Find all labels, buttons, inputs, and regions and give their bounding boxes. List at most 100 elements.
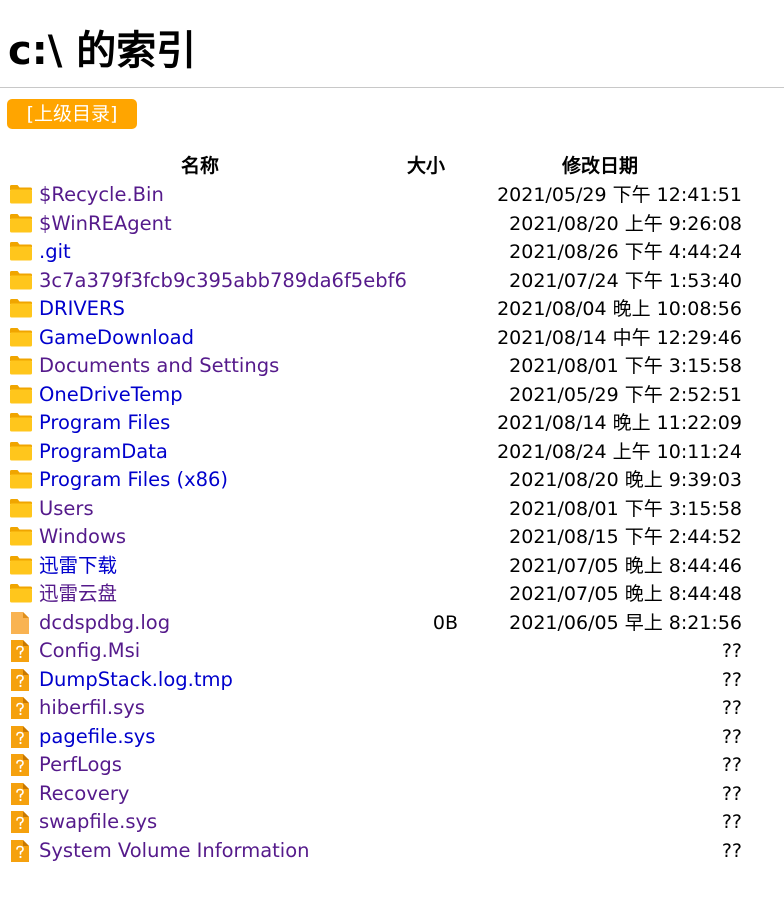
entry-date: 2021/08/24 上午 10:11:24 bbox=[497, 440, 742, 463]
table-row: DRIVERS 2021/08/04 晚上 10:08:56 bbox=[0, 295, 784, 324]
file-list: $Recycle.Bin 2021/05/29 下午 12:41:51 $WinRE… bbox=[0, 181, 784, 865]
table-row: Users 2021/08/01 下午 3:15:58 bbox=[0, 495, 784, 524]
folder-icon bbox=[9, 582, 33, 608]
entry-date: ?? bbox=[721, 811, 742, 833]
entry-date: 2021/05/29 下午 12:41:51 bbox=[497, 184, 742, 206]
divider bbox=[0, 87, 784, 88]
parent-directory-button[interactable]: [上级目录] bbox=[7, 99, 137, 129]
table-row: dcdspdbg.log 0B 2021/06/05 早上 8:21:56 bbox=[0, 609, 784, 638]
file-icon bbox=[9, 611, 31, 639]
table-row: PerfLogs?? bbox=[0, 751, 784, 780]
folder-icon bbox=[9, 354, 33, 380]
folder-icon bbox=[9, 497, 33, 523]
entry-name-link[interactable]: GameDownload bbox=[39, 324, 194, 353]
entry-date: 2021/07/05 晚上 8:44:48 bbox=[509, 583, 742, 605]
column-header-name[interactable]: 名称 bbox=[150, 153, 250, 179]
unknown-file-icon bbox=[9, 696, 31, 724]
folder-icon bbox=[9, 411, 33, 437]
entry-name-link[interactable]: DRIVERS bbox=[39, 295, 125, 324]
entry-date: 2021/08/14 晚上 11:22:09 bbox=[497, 412, 742, 434]
table-row: .git 2021/08/26 下午 4:44:24 bbox=[0, 238, 784, 267]
entry-name-link[interactable]: 3c7a379f3fcb9c395abb789da6f5ebf6 bbox=[39, 267, 407, 296]
entry-date: ?? bbox=[721, 754, 742, 776]
entry-name-link[interactable]: pagefile.sys bbox=[39, 723, 155, 752]
entry-name-link[interactable]: 迅雷云盘 bbox=[39, 580, 117, 609]
entry-date: 2021/08/04 晚上 10:08:56 bbox=[497, 298, 742, 320]
folder-icon bbox=[9, 183, 33, 209]
unknown-file-icon bbox=[9, 782, 31, 810]
entry-date: ?? bbox=[721, 839, 742, 862]
entry-name-link[interactable]: Config.Msi bbox=[39, 637, 140, 666]
folder-icon bbox=[9, 468, 33, 494]
table-row: GameDownload 2021/08/14 中午 12:29:46 bbox=[0, 324, 784, 353]
table-row: swapfile.sys?? bbox=[0, 808, 784, 837]
entry-date: 2021/05/29 下午 2:52:51 bbox=[509, 383, 742, 406]
unknown-file-icon bbox=[9, 839, 31, 867]
entry-date: 2021/08/01 下午 3:15:58 bbox=[509, 497, 742, 520]
entry-name-link[interactable]: PerfLogs bbox=[39, 751, 122, 780]
unknown-file-icon bbox=[9, 668, 31, 696]
entry-date: ?? bbox=[721, 697, 742, 719]
folder-icon bbox=[9, 525, 33, 551]
column-header-size[interactable]: 大小 bbox=[396, 153, 456, 179]
table-row: Config.Msi?? bbox=[0, 637, 784, 666]
entry-date: ?? bbox=[721, 725, 742, 748]
entry-name-link[interactable]: OneDriveTemp bbox=[39, 381, 183, 410]
column-header-date[interactable]: 修改日期 bbox=[540, 153, 660, 179]
entry-name-link[interactable]: Documents and Settings bbox=[39, 352, 279, 381]
table-row: Program Files (x86) 2021/08/20 晚上 9:39:03 bbox=[0, 466, 784, 495]
entry-date: 2021/08/20 晚上 9:39:03 bbox=[509, 469, 742, 491]
entry-name-link[interactable]: DumpStack.log.tmp bbox=[39, 666, 233, 695]
entry-date: 2021/08/26 下午 4:44:24 bbox=[509, 241, 742, 263]
folder-icon bbox=[9, 240, 33, 266]
entry-name-link[interactable]: $Recycle.Bin bbox=[39, 181, 164, 210]
table-row: Documents and Settings 2021/08/01 下午 3:15… bbox=[0, 352, 784, 381]
entry-name-link[interactable]: hiberfil.sys bbox=[39, 694, 145, 723]
table-row: $Recycle.Bin 2021/05/29 下午 12:41:51 bbox=[0, 181, 784, 210]
table-row: Program Files 2021/08/14 晚上 11:22:09 bbox=[0, 409, 784, 438]
entry-date: 2021/07/24 下午 1:53:40 bbox=[509, 269, 742, 292]
entry-name-link[interactable]: Recovery bbox=[39, 780, 129, 809]
entry-name-link[interactable]: Windows bbox=[39, 523, 126, 552]
table-row: Windows 2021/08/15 下午 2:44:52 bbox=[0, 523, 784, 552]
folder-icon bbox=[9, 212, 33, 238]
table-row: Recovery?? bbox=[0, 780, 784, 809]
entry-name-link[interactable]: dcdspdbg.log bbox=[39, 609, 170, 638]
table-row: DumpStack.log.tmp?? bbox=[0, 666, 784, 695]
folder-icon bbox=[9, 440, 33, 466]
entry-name-link[interactable]: swapfile.sys bbox=[39, 808, 157, 837]
unknown-file-icon bbox=[9, 810, 31, 838]
entry-date: 2021/08/01 下午 3:15:58 bbox=[509, 355, 742, 377]
entry-date: ?? bbox=[721, 782, 742, 805]
entry-date: 2021/08/15 下午 2:44:52 bbox=[509, 526, 742, 548]
entry-date: 2021/08/14 中午 12:29:46 bbox=[497, 326, 742, 349]
folder-icon bbox=[9, 297, 33, 323]
table-row: $WinREAgent 2021/08/20 上午 9:26:08 bbox=[0, 210, 784, 239]
entry-date: ?? bbox=[721, 668, 742, 691]
entry-name-link[interactable]: Program Files (x86) bbox=[39, 466, 228, 495]
unknown-file-icon bbox=[9, 639, 31, 667]
entry-date: ?? bbox=[721, 640, 742, 662]
entry-name-link[interactable]: 迅雷下载 bbox=[39, 552, 117, 581]
table-row: hiberfil.sys?? bbox=[0, 694, 784, 723]
entry-name-link[interactable]: Program Files bbox=[39, 409, 170, 438]
table-row: OneDriveTemp 2021/05/29 下午 2:52:51 bbox=[0, 381, 784, 410]
entry-name-link[interactable]: .git bbox=[39, 238, 71, 267]
table-row: ProgramData 2021/08/24 上午 10:11:24 bbox=[0, 438, 784, 467]
folder-icon bbox=[9, 326, 33, 352]
entry-name-link[interactable]: $WinREAgent bbox=[39, 210, 172, 239]
folder-icon bbox=[9, 269, 33, 295]
folder-icon bbox=[9, 554, 33, 580]
page-title: c:\ 的索引 bbox=[8, 28, 197, 74]
folder-icon bbox=[9, 383, 33, 409]
entry-date: 2021/07/05 晚上 8:44:46 bbox=[509, 554, 742, 577]
table-row: 3c7a379f3fcb9c395abb789da6f5ebf6 2021/07/… bbox=[0, 267, 784, 296]
table-row: 迅雷云盘 2021/07/05 晚上 8:44:48 bbox=[0, 580, 784, 609]
table-row: 迅雷下载 2021/07/05 晚上 8:44:46 bbox=[0, 552, 784, 581]
unknown-file-icon bbox=[9, 725, 31, 753]
entry-name-link[interactable]: System Volume Information bbox=[39, 837, 310, 866]
entry-name-link[interactable]: Users bbox=[39, 495, 94, 524]
entry-size: 0B bbox=[432, 611, 458, 634]
entry-name-link[interactable]: ProgramData bbox=[39, 438, 168, 467]
table-row: System Volume Information?? bbox=[0, 837, 784, 866]
